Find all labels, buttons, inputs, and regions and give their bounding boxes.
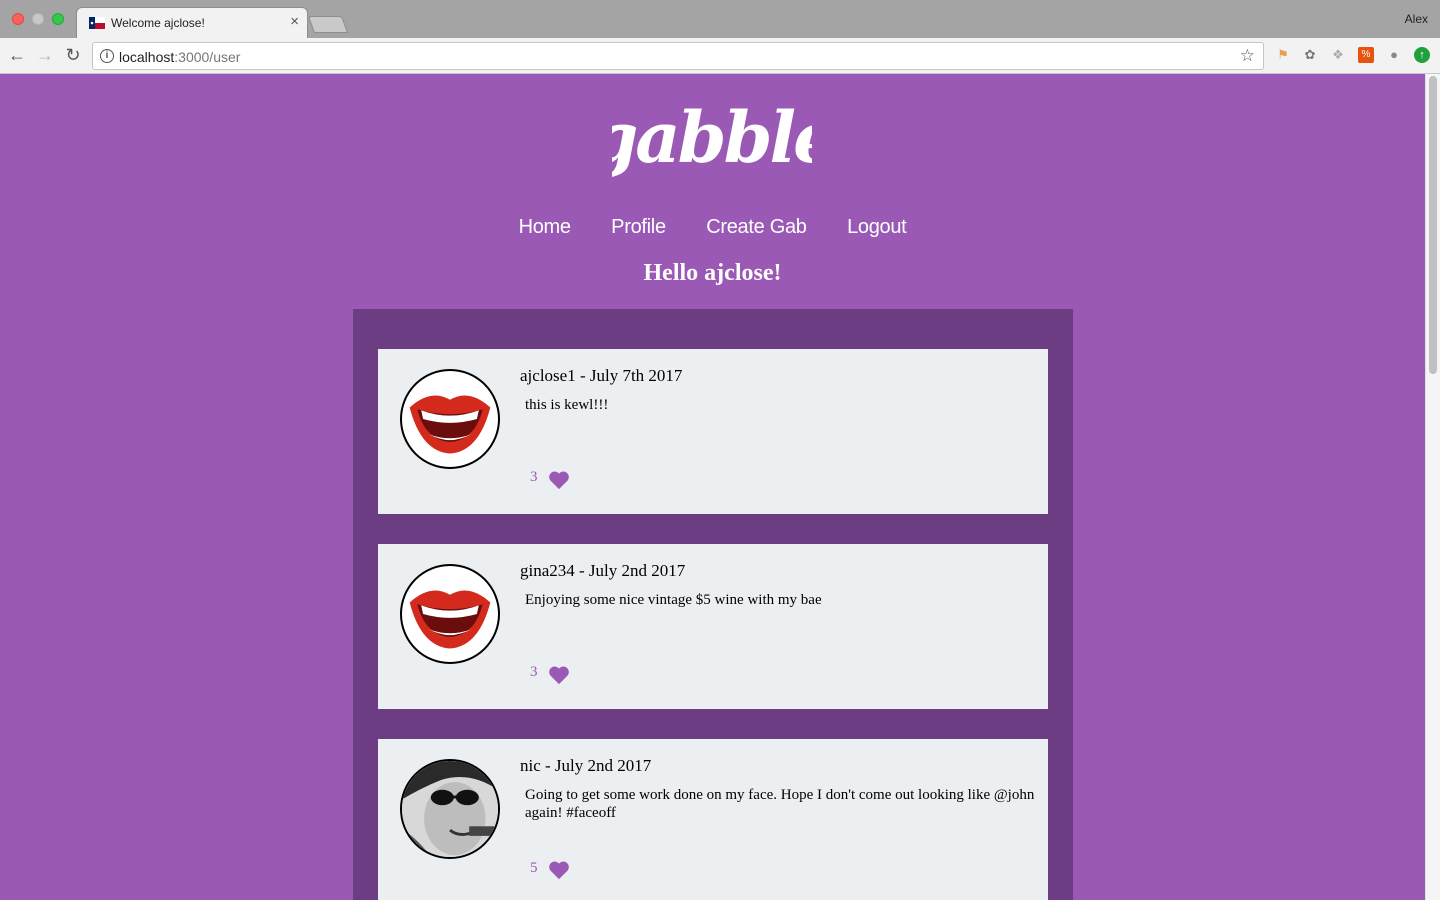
main-nav: Home Profile Create Gab Logout xyxy=(0,216,1425,239)
browser-tab[interactable]: Welcome ajclose! × xyxy=(76,7,308,38)
extension-bug-icon[interactable]: ✿ xyxy=(1302,47,1318,63)
like-count: 3 xyxy=(530,664,538,680)
extension-arrow-icon[interactable]: ↑ xyxy=(1414,47,1430,63)
photo-avatar[interactable] xyxy=(400,759,500,859)
gab-text: Enjoying some nice vintage $5 wine with … xyxy=(525,592,822,608)
close-window-button[interactable] xyxy=(12,13,24,25)
maximize-window-button[interactable] xyxy=(52,13,64,25)
heart-icon[interactable] xyxy=(548,665,570,685)
gab-card: nic - July 2nd 2017 Going to get some wo… xyxy=(378,739,1048,900)
reload-icon[interactable]: ↻ xyxy=(62,45,84,65)
extension-leaf-icon[interactable]: ❖ xyxy=(1330,47,1346,63)
like-count: 5 xyxy=(530,860,538,876)
profile-name[interactable]: Alex xyxy=(1405,12,1428,26)
scrollbar-thumb[interactable] xyxy=(1429,76,1437,374)
nav-logout[interactable]: Logout xyxy=(847,216,907,239)
browser-toolbar: ← → ↻ i localhost:3000/user ☆ ⚑ ✿ ❖ % ● … xyxy=(0,38,1440,74)
page-scrollbar[interactable] xyxy=(1425,74,1440,900)
page-content: gabble Home Profile Create Gab Logout He… xyxy=(0,74,1425,900)
gab-text: Going to get some work done on my face. … xyxy=(525,787,1035,821)
nav-profile[interactable]: Profile xyxy=(611,216,666,239)
texas-flag-icon xyxy=(89,17,105,29)
heart-icon[interactable] xyxy=(548,860,570,880)
info-icon[interactable]: i xyxy=(100,49,114,63)
greeting-heading: Hello ajclose! xyxy=(643,260,782,286)
tab-title: Welcome ajclose! xyxy=(111,16,205,30)
bookmark-star-icon[interactable]: ☆ xyxy=(1240,46,1255,66)
tab-close-icon[interactable]: × xyxy=(290,13,299,30)
lips-icon[interactable] xyxy=(400,564,500,664)
minimize-window-button[interactable] xyxy=(32,13,44,25)
gabble-logo: gabble xyxy=(612,96,812,179)
gab-text: this is kewl!!! xyxy=(525,397,609,413)
gab-author-date[interactable]: ajclose1 - July 7th 2017 xyxy=(520,366,682,386)
lips-icon[interactable] xyxy=(400,369,500,469)
gab-card: ajclose1 - July 7th 2017 this is kewl!!!… xyxy=(378,349,1048,514)
gab-author-date[interactable]: nic - July 2nd 2017 xyxy=(520,756,651,776)
forward-arrow-icon[interactable]: → xyxy=(34,45,56,65)
extension-percent-icon[interactable]: % xyxy=(1358,47,1374,63)
browser-titlebar: Welcome ajclose! × Alex xyxy=(0,0,1440,38)
gab-card: gina234 - July 2nd 2017 Enjoying some ni… xyxy=(378,544,1048,709)
gab-feed: ajclose1 - July 7th 2017 this is kewl!!!… xyxy=(353,309,1073,900)
url-text[interactable]: localhost:3000/user xyxy=(119,49,240,65)
address-bar[interactable]: i localhost:3000/user ☆ xyxy=(92,42,1264,70)
nav-home[interactable]: Home xyxy=(519,216,571,239)
extension-flag-icon[interactable]: ⚑ xyxy=(1275,47,1291,63)
logo-text: gabble xyxy=(612,96,812,179)
new-tab-button[interactable] xyxy=(307,16,349,33)
heart-icon[interactable] xyxy=(548,470,570,490)
extension-camera-icon[interactable]: ● xyxy=(1386,47,1402,63)
gab-author-date[interactable]: gina234 - July 2nd 2017 xyxy=(520,561,685,581)
back-arrow-icon[interactable]: ← xyxy=(6,45,28,65)
like-count: 3 xyxy=(530,469,538,485)
nav-create-gab[interactable]: Create Gab xyxy=(706,216,807,239)
